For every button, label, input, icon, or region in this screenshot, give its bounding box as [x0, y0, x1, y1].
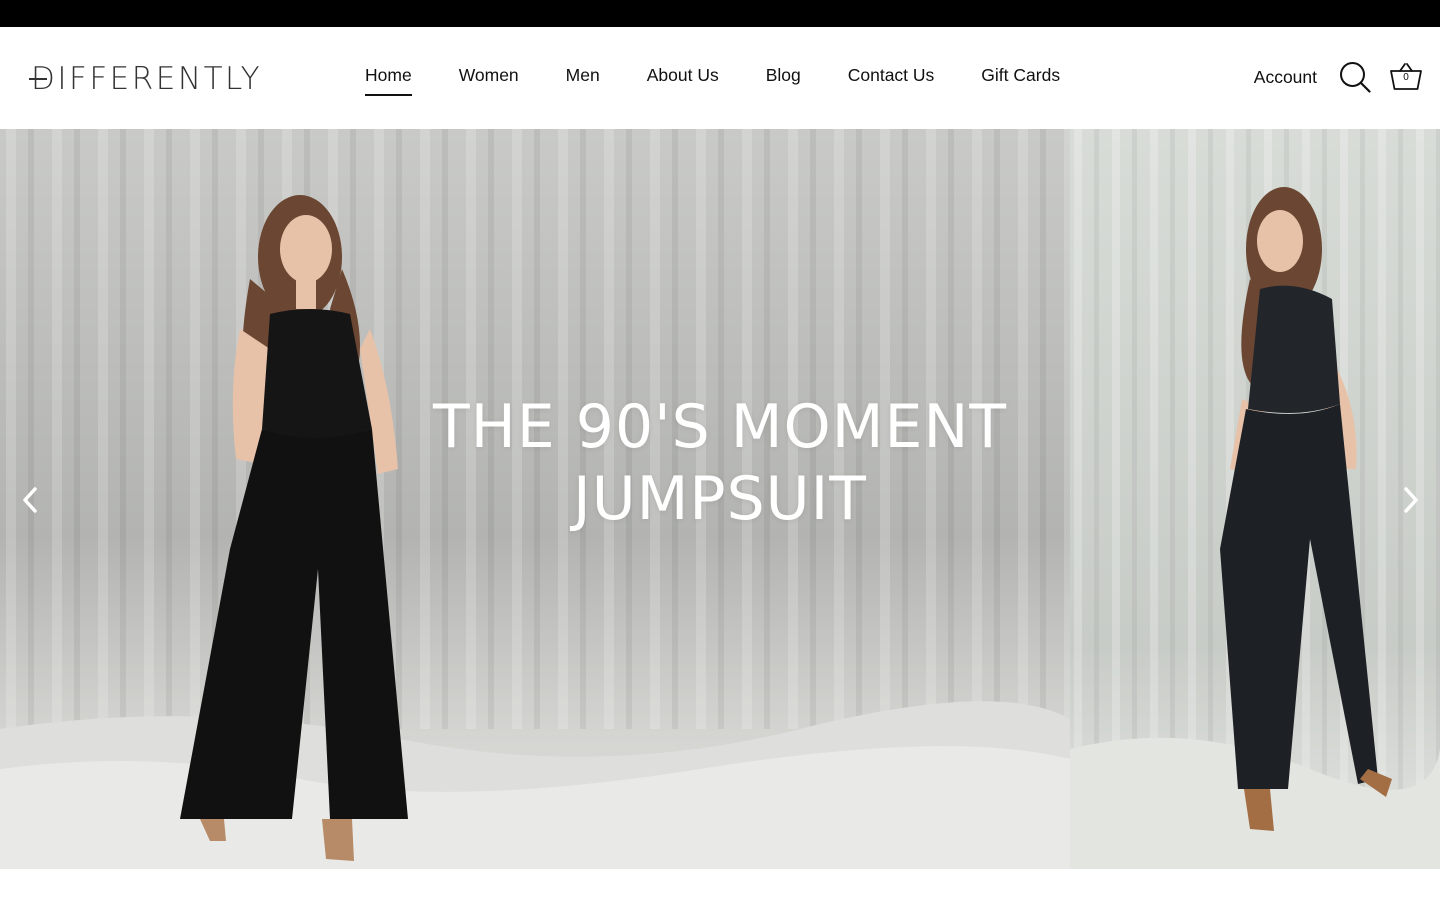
search-icon	[1340, 62, 1371, 93]
slideshow-prev-button[interactable]	[13, 483, 47, 517]
hero-title-line-1: THE 90'S MOMENT	[433, 392, 1007, 462]
nav-item-gift-cards[interactable]: Gift Cards	[981, 65, 1060, 94]
slideshow-next-button[interactable]	[1394, 483, 1428, 517]
logo-d-mark: D	[28, 61, 58, 97]
brand-logo[interactable]: D IFFERENTLY	[28, 61, 263, 97]
logo-wordmark: IFFERENTLY	[57, 61, 263, 97]
chevron-left-icon	[23, 487, 37, 513]
cart-button[interactable]: 0	[1389, 60, 1423, 94]
nav-item-blog[interactable]: Blog	[766, 65, 801, 94]
search-button[interactable]	[1339, 61, 1371, 93]
nav-item-about-us[interactable]: About Us	[647, 65, 719, 94]
account-link[interactable]: Account	[1254, 67, 1317, 88]
announcement-bar	[0, 0, 1440, 27]
header-actions: Account 0	[1254, 60, 1423, 94]
cart-count-badge: 0	[1403, 72, 1409, 83]
nav-item-men[interactable]: Men	[566, 65, 600, 94]
hero-title: THE 90'S MOMENT JUMPSUIT	[300, 391, 1140, 535]
nav-item-home[interactable]: Home	[365, 65, 412, 96]
hero-slideshow: THE 90'S MOMENT JUMPSUIT	[0, 129, 1440, 869]
nav-item-women[interactable]: Women	[459, 65, 519, 94]
hero-title-line-2: JUMPSUIT	[573, 464, 867, 534]
chevron-right-icon	[1404, 487, 1418, 513]
nav-item-contact-us[interactable]: Contact Us	[848, 65, 935, 94]
main-navigation: Home Women Men About Us Blog Contact Us …	[365, 65, 1107, 96]
site-header: D IFFERENTLY Home Women Men About Us Blog…	[0, 27, 1440, 129]
